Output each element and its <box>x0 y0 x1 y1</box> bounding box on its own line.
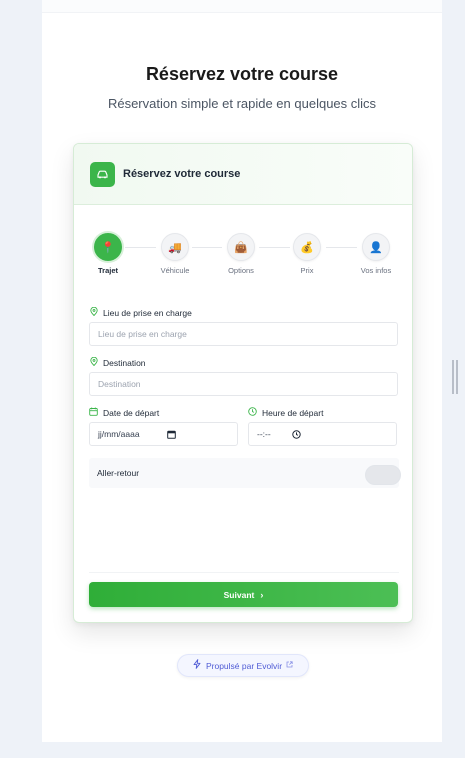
round-trip-row: Aller-retour <box>89 458 401 488</box>
resize-handle[interactable] <box>452 360 458 394</box>
destination-placeholder: Destination <box>98 379 141 389</box>
card-header: Réservez votre course <box>74 144 412 205</box>
next-button-label: Suivant <box>223 589 255 600</box>
date-label: Date de départ <box>89 407 159 418</box>
top-strip <box>42 0 442 13</box>
bag-icon: 👜 <box>227 233 255 261</box>
time-input[interactable]: --:-- <box>248 422 397 446</box>
lightning-icon <box>193 659 201 672</box>
page-subtitle: Réservation simple et rapide en quelques… <box>107 96 377 111</box>
step-label: Véhicule <box>160 266 190 275</box>
card-title: Réservez votre course <box>123 168 241 180</box>
step-vehicule[interactable]: 🚚 Véhicule <box>145 233 205 275</box>
pickup-label: Lieu de prise en charge <box>89 306 192 318</box>
step-vos-infos[interactable]: 👤 Vos infos <box>346 233 406 275</box>
step-trajet[interactable]: 📍 Trajet <box>78 233 138 275</box>
page-panel: Réservez votre course Réservation simple… <box>42 0 442 742</box>
round-trip-label: Aller-retour <box>97 468 140 478</box>
clock-picker-icon[interactable] <box>292 430 301 441</box>
destination-input[interactable]: Destination <box>89 372 398 396</box>
car-icon <box>90 161 115 187</box>
powered-by-badge[interactable]: Propulsé par Evolvir <box>177 654 309 677</box>
date-input[interactable]: jj/mm/aaaa <box>89 422 238 446</box>
location-pin-icon <box>89 306 98 318</box>
step-label: Vos infos <box>360 266 392 275</box>
truck-icon: 🚚 <box>161 233 189 261</box>
step-label: Prix <box>300 266 314 275</box>
calendar-picker-icon[interactable] <box>167 430 176 441</box>
divider <box>89 572 399 573</box>
step-options[interactable]: 👜 Options <box>211 233 271 275</box>
next-button[interactable]: Suivant › <box>89 582 398 607</box>
page-title: Réservez votre course <box>145 64 339 84</box>
calendar-icon <box>89 407 98 418</box>
time-label: Heure de départ <box>248 407 323 418</box>
stepper: 📍 Trajet 🚚 Véhicule 👜 Options 💰 Prix 👤 V… <box>74 233 412 283</box>
location-pin-icon <box>89 356 98 368</box>
round-trip-toggle[interactable] <box>365 465 401 485</box>
powered-label: Propulsé par Evolvir <box>205 660 283 671</box>
map-pin-icon: 📍 <box>94 233 122 261</box>
date-value: jj/mm/aaaa <box>98 429 140 439</box>
step-label: Options <box>228 266 254 275</box>
step-label: Trajet <box>97 266 118 275</box>
step-prix[interactable]: 💰 Prix <box>277 233 337 275</box>
money-bag-icon: 💰 <box>293 233 321 261</box>
time-value: --:-- <box>257 429 271 439</box>
external-link-icon <box>286 661 293 670</box>
user-icon: 👤 <box>362 233 390 261</box>
clock-icon <box>248 407 257 418</box>
pickup-placeholder: Lieu de prise en charge <box>98 329 187 339</box>
booking-card: Réservez votre course 📍 Trajet 🚚 Véhicul… <box>73 143 413 623</box>
destination-label: Destination <box>89 356 146 368</box>
chevron-right-icon: › <box>260 589 264 600</box>
pickup-input[interactable]: Lieu de prise en charge <box>89 322 398 346</box>
